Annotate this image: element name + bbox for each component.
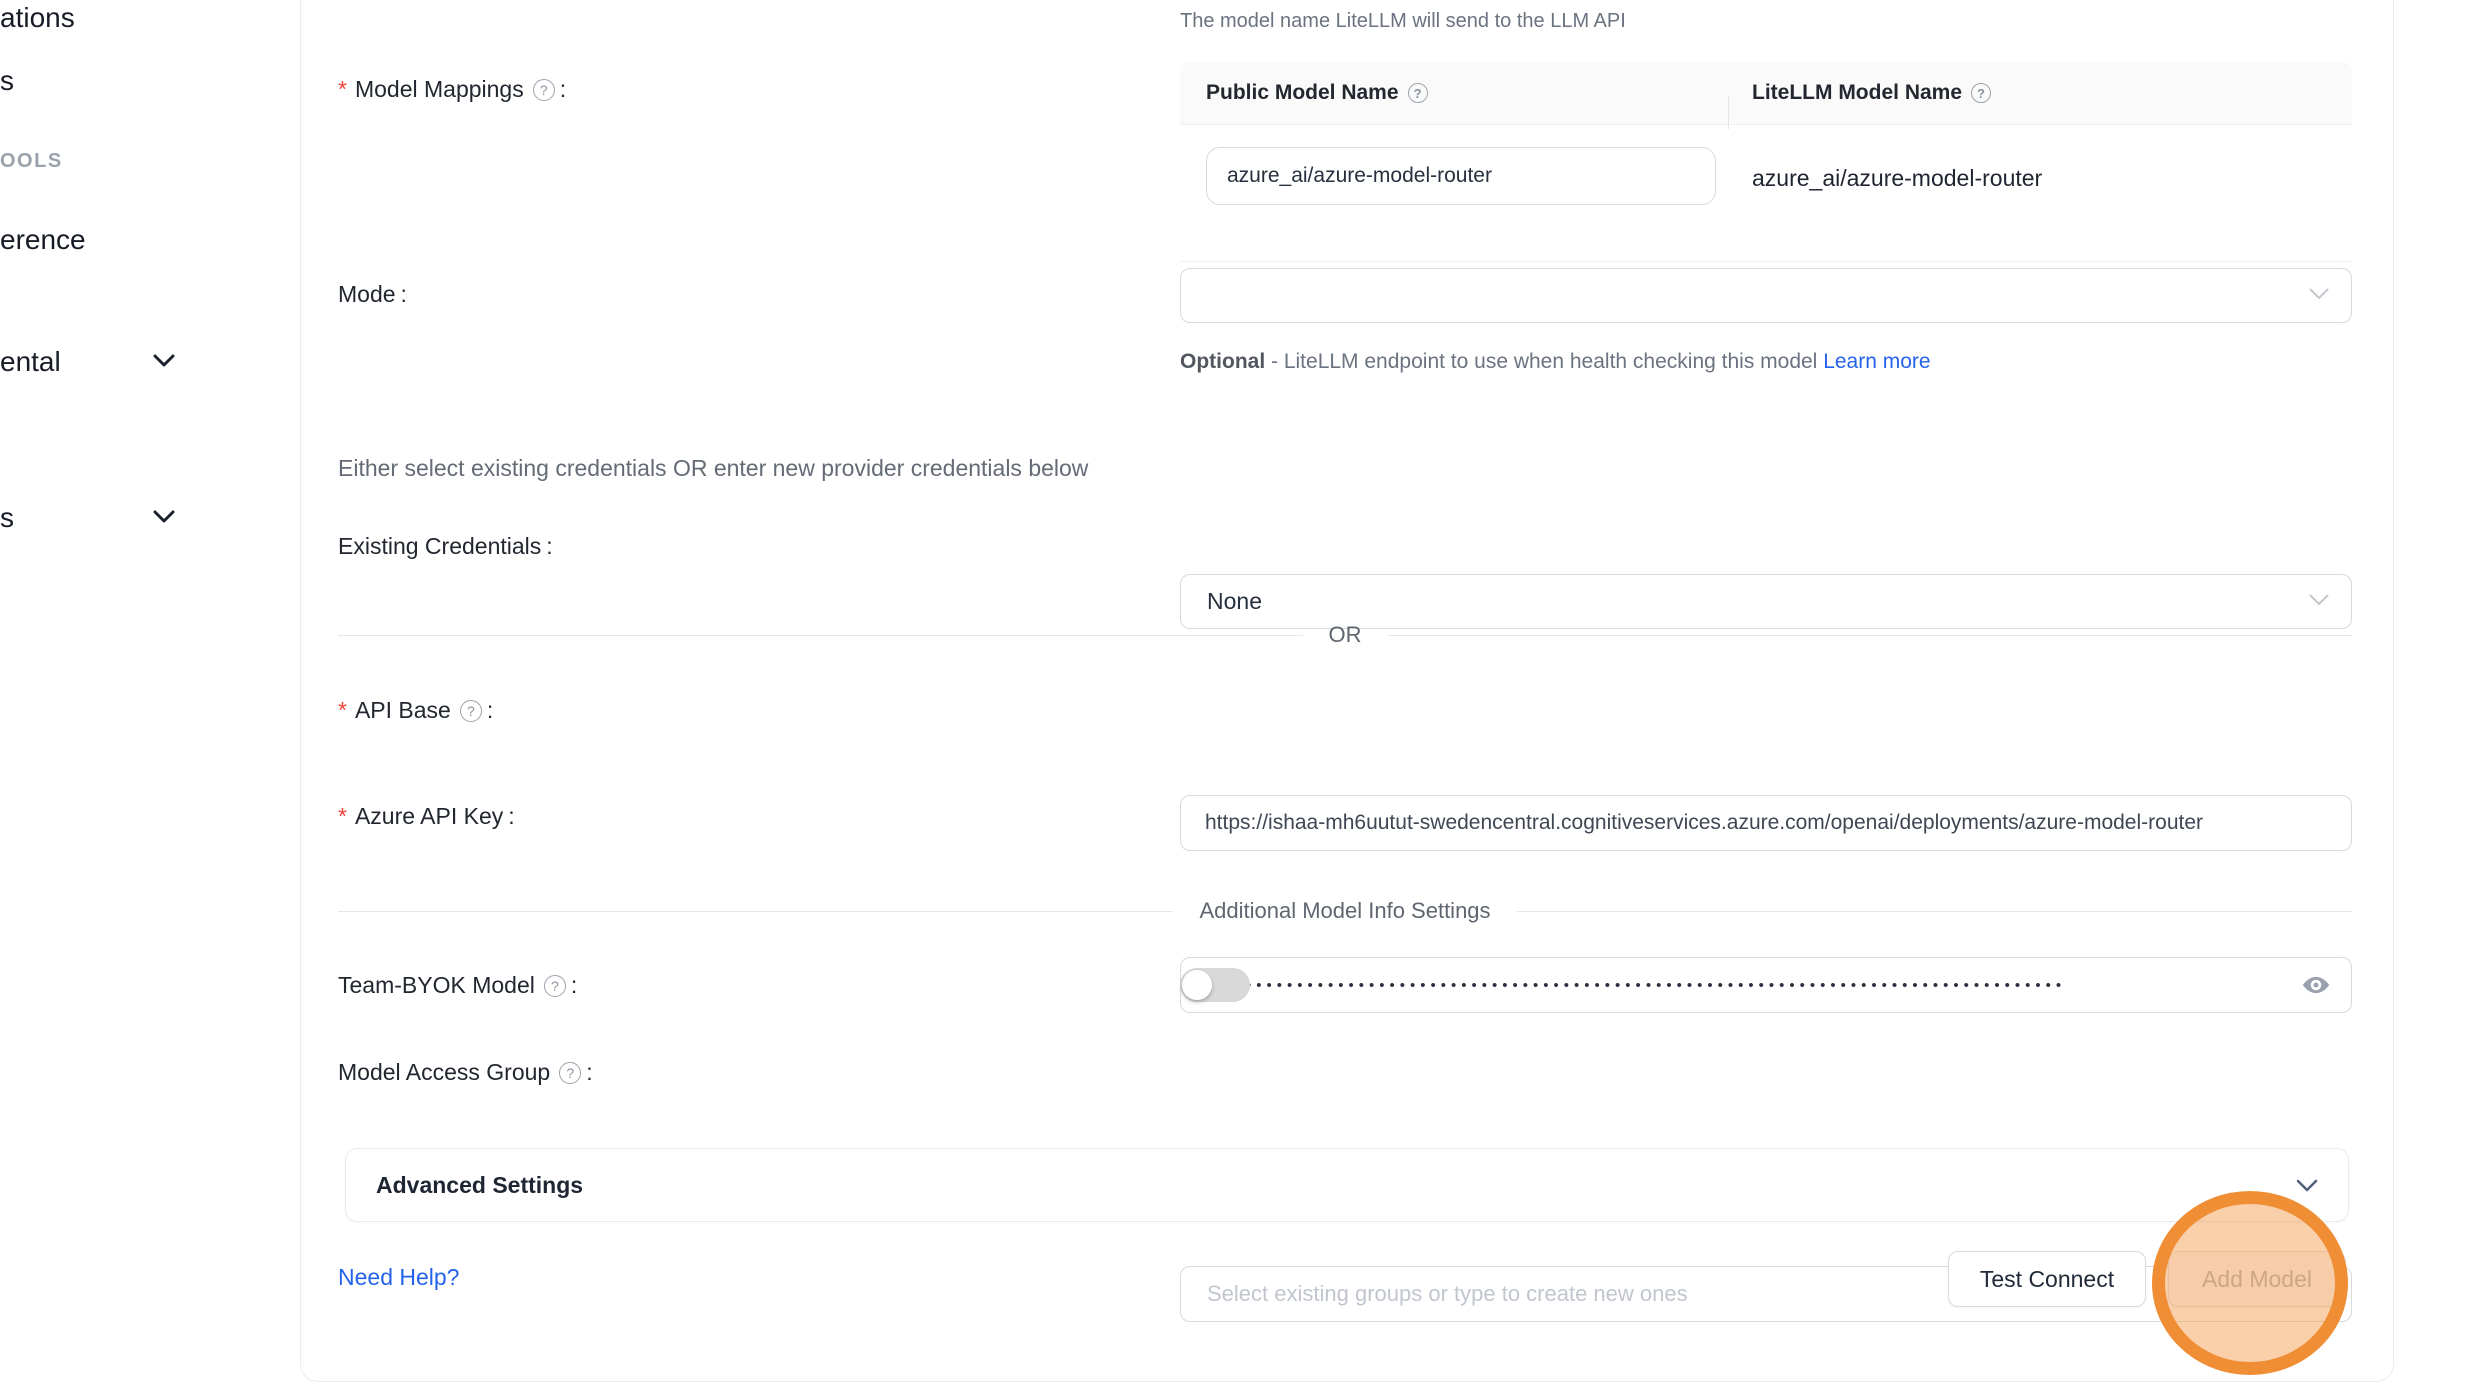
mode-help-text: Optional - LiteLLM endpoint to use when …: [1180, 340, 1945, 384]
or-divider-text: OR: [1329, 622, 1362, 648]
sidebar-item-2[interactable]: s: [0, 65, 14, 97]
required-asterisk: *: [338, 76, 347, 103]
table-row: azure_ai/azure-model-router azure_ai/azu…: [1180, 125, 2352, 262]
need-help-link[interactable]: Need Help?: [338, 1264, 459, 1291]
chevron-down-icon: [2296, 1179, 2318, 1192]
model-mappings-table: Public Model Name ? LiteLLM Model Name ?…: [1180, 62, 2352, 262]
team-byok-label: Team-BYOK Model ? :: [338, 972, 577, 999]
question-circle-icon[interactable]: ?: [460, 700, 482, 722]
question-circle-icon[interactable]: ?: [533, 79, 555, 101]
public-model-name-header: Public Model Name ?: [1180, 81, 1728, 105]
learn-more-link[interactable]: Learn more: [1823, 350, 1930, 373]
question-circle-icon[interactable]: ?: [559, 1062, 581, 1084]
existing-credentials-select[interactable]: None: [1180, 574, 2352, 629]
additional-settings-divider-text: Additional Model Info Settings: [1199, 898, 1490, 924]
api-base-label: * API Base ? :: [338, 697, 493, 724]
chevron-down-icon: [2309, 287, 2329, 305]
team-byok-toggle[interactable]: [1180, 968, 1250, 1002]
azure-api-key-label: * Azure API Key :: [338, 803, 515, 830]
sidebar-section-tools: OOLS: [0, 150, 63, 173]
sidebar: ations s OOLS erence ental s: [0, 0, 300, 1385]
credentials-note: Either select existing credentials OR en…: [338, 455, 1088, 482]
model-access-group-placeholder: Select existing groups or type to create…: [1207, 1281, 1688, 1307]
add-model-button[interactable]: Add Model: [2168, 1251, 2346, 1307]
public-model-name-input[interactable]: azure_ai/azure-model-router: [1206, 147, 1716, 205]
additional-settings-divider: Additional Model Info Settings: [338, 898, 2352, 924]
model-mappings-label: * Model Mappings ? :: [338, 76, 566, 103]
test-connect-button[interactable]: Test Connect: [1948, 1251, 2146, 1307]
chevron-down-icon: [153, 510, 175, 528]
model-access-group-label: Model Access Group ? :: [338, 1059, 593, 1086]
existing-credentials-label: Existing Credentials :: [338, 533, 553, 560]
eye-icon[interactable]: [2301, 970, 2331, 1000]
litellm-model-name-value: azure_ai/azure-model-router: [1752, 165, 2042, 192]
api-base-value: https://ishaa-mh6uutut-swedencentral.cog…: [1181, 811, 2351, 835]
sidebar-item-1[interactable]: ations: [0, 2, 75, 34]
sidebar-item-3[interactable]: erence: [0, 224, 86, 256]
existing-credentials-value: None: [1207, 588, 1262, 615]
chevron-down-icon: [153, 354, 175, 372]
or-divider: OR: [338, 622, 2352, 648]
question-circle-icon[interactable]: ?: [544, 975, 566, 997]
required-asterisk: *: [338, 697, 347, 724]
sidebar-item-5[interactable]: s: [0, 502, 14, 534]
add-model-page: ations s OOLS erence ental s The model n…: [0, 0, 2477, 1385]
mode-label: Mode :: [338, 281, 407, 308]
sidebar-item-4[interactable]: ental: [0, 346, 61, 378]
advanced-settings-panel[interactable]: Advanced Settings: [345, 1148, 2349, 1222]
masked-password-value: ••••••••••••••••••••••••••••••••••••••••…: [1181, 977, 2351, 994]
toggle-knob: [1182, 970, 1212, 1000]
model-name-helper-text: The model name LiteLLM will send to the …: [1180, 10, 1626, 33]
model-mappings-table-header: Public Model Name ? LiteLLM Model Name ?: [1180, 62, 2352, 125]
litellm-model-name-header: LiteLLM Model Name ?: [1728, 81, 2352, 105]
required-asterisk: *: [338, 803, 347, 830]
question-circle-icon[interactable]: ?: [1971, 83, 1991, 103]
chevron-down-icon: [2309, 593, 2329, 611]
question-circle-icon[interactable]: ?: [1408, 83, 1428, 103]
mode-select[interactable]: [1180, 268, 2352, 323]
advanced-settings-title: Advanced Settings: [376, 1172, 583, 1199]
api-base-input[interactable]: https://ishaa-mh6uutut-swedencentral.cog…: [1180, 795, 2352, 851]
azure-api-key-input[interactable]: ••••••••••••••••••••••••••••••••••••••••…: [1180, 957, 2352, 1013]
